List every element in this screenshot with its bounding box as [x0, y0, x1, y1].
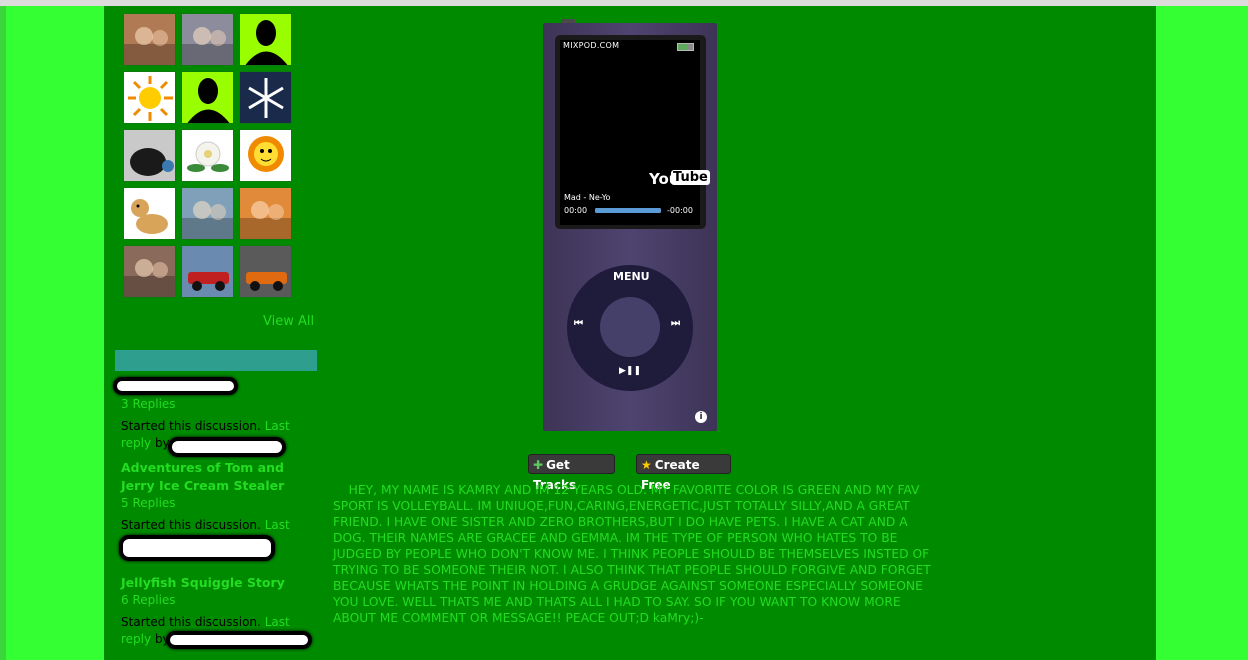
- youtube-logo-tube: Tube: [671, 170, 710, 185]
- discussion-title-link[interactable]: Jellyfish Squiggle Story: [121, 574, 311, 592]
- previous-icon[interactable]: ⏮: [574, 318, 583, 329]
- photo-icon: [124, 246, 175, 297]
- discussion-title-link[interactable]: Adventures of Tom and Jerry Ice Cream St…: [121, 459, 311, 495]
- friend-thumbnail[interactable]: [123, 245, 176, 298]
- remaining-time: -00:00: [667, 206, 693, 215]
- next-icon[interactable]: ⏭: [671, 318, 680, 329]
- redacted-username: [119, 535, 275, 561]
- friend-thumbnail[interactable]: [239, 187, 292, 240]
- friend-thumbnail[interactable]: [123, 71, 176, 124]
- player-site-label: MIXPOD.COM: [563, 41, 620, 50]
- friend-thumbnail[interactable]: [181, 13, 234, 66]
- friend-thumbnail[interactable]: [239, 71, 292, 124]
- friend-thumbnail[interactable]: [239, 129, 292, 182]
- friend-thumbnail[interactable]: [239, 13, 292, 66]
- redacted-username: [166, 631, 312, 649]
- discussion-replies[interactable]: 6 Replies: [121, 593, 176, 607]
- discussion-meta: Started this discussion. Last: [121, 517, 311, 534]
- started-text: Started this discussion.: [121, 615, 261, 629]
- silhouette-icon: [182, 72, 233, 123]
- friend-thumbnail[interactable]: [181, 187, 234, 240]
- about-me-body: HEY, MY NAME IS KAMRY AND IM 12 YEARS OL…: [333, 483, 931, 625]
- started-text: Started this discussion.: [121, 419, 261, 433]
- discussion-replies[interactable]: 5 Replies: [121, 496, 176, 510]
- discussions-header-bar: [115, 350, 317, 371]
- car-photo-icon: [240, 246, 291, 297]
- create-free-button[interactable]: ★ Create Free: [636, 454, 731, 492]
- view-all-friends-link[interactable]: View All: [263, 314, 314, 329]
- friend-thumbnail[interactable]: [181, 71, 234, 124]
- cartoon-dog-icon: [124, 188, 175, 239]
- info-icon[interactable]: i: [695, 411, 707, 423]
- about-me-text: HEY, MY NAME IS KAMRY AND IM 12 YEARS OL…: [333, 482, 933, 626]
- photo-icon: [240, 188, 291, 239]
- friend-thumbnail[interactable]: [239, 245, 292, 298]
- menu-button[interactable]: MENU: [613, 270, 650, 283]
- friend-thumbnail[interactable]: [123, 13, 176, 66]
- photo-icon: [182, 188, 233, 239]
- last-reply-link[interactable]: Last: [265, 615, 290, 629]
- lion-drawing-icon: [240, 130, 291, 181]
- photo-icon: [124, 14, 175, 65]
- star-icon: ★: [641, 458, 652, 472]
- friend-thumbnail[interactable]: [123, 187, 176, 240]
- car-photo-icon: [182, 246, 233, 297]
- last-reply-link-2[interactable]: reply: [121, 436, 151, 450]
- flower-icon: [182, 130, 233, 181]
- snowflake-icon: [240, 72, 291, 123]
- friend-thumbnail[interactable]: [181, 245, 234, 298]
- plus-icon: ✚: [533, 458, 544, 472]
- friend-thumbnail[interactable]: [123, 129, 176, 182]
- dog-photo-icon: [124, 130, 175, 181]
- friend-thumbnail[interactable]: [181, 129, 234, 182]
- last-reply-link-2[interactable]: reply: [121, 632, 151, 646]
- center-button[interactable]: [600, 297, 660, 357]
- progress-fill: [595, 208, 661, 213]
- get-tracks-button[interactable]: ✚ Get Tracks: [528, 454, 615, 492]
- sun-icon: [124, 72, 175, 123]
- last-reply-link[interactable]: Last: [265, 518, 290, 532]
- redacted-discussion-title: [113, 377, 238, 395]
- track-title: Mad - Ne-Yo: [564, 193, 611, 202]
- silhouette-icon: [240, 14, 291, 65]
- elapsed-time: 00:00: [564, 206, 588, 215]
- photo-icon: [182, 14, 233, 65]
- last-reply-link[interactable]: Last: [265, 419, 290, 433]
- play-pause-icon[interactable]: ▶❚❚: [619, 366, 641, 376]
- started-text: Started this discussion.: [121, 518, 261, 532]
- left-edge: [0, 6, 6, 660]
- discussion-replies[interactable]: 3 Replies: [121, 397, 176, 411]
- battery-level: [678, 44, 688, 50]
- redacted-username: [168, 437, 286, 457]
